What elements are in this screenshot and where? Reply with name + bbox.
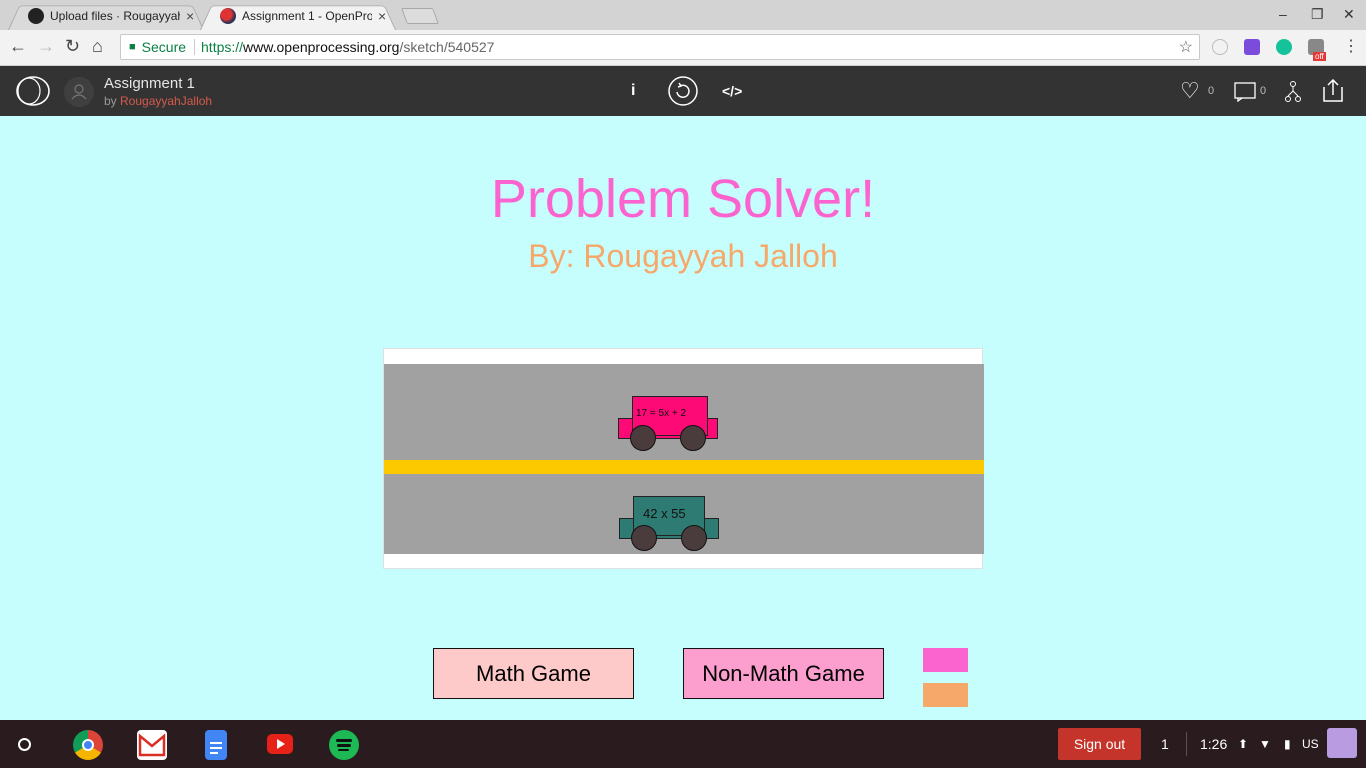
close-tab-icon[interactable]: × <box>378 8 386 24</box>
browser-tab-strip: Upload files · Rougayyah × Assignment 1 … <box>0 0 1366 30</box>
notification-count[interactable]: 1 <box>1161 736 1169 752</box>
wheel <box>681 525 707 551</box>
forward-arrow-icon[interactable]: → <box>37 36 55 57</box>
sketch-name: Assignment 1 <box>104 75 195 92</box>
car-equation-label: 17 = 5x + 2 <box>636 408 687 419</box>
puzzle-extension-icon[interactable] <box>1244 39 1260 55</box>
wheel <box>631 525 657 551</box>
chrome-icon[interactable] <box>73 730 103 760</box>
openprocessing-icon <box>220 8 236 24</box>
gmail-icon[interactable] <box>137 730 167 760</box>
tab-upload-files[interactable]: Upload files · Rougayyah × <box>8 2 204 30</box>
sketch-title: Problem Solver! <box>490 169 876 229</box>
sketch-byline: by RougayyahJalloh <box>104 94 213 108</box>
url-path: /sketch/540527 <box>399 39 495 55</box>
openprocessing-logo-icon[interactable] <box>15 75 51 107</box>
pink-color-swatch[interactable] <box>923 648 968 672</box>
non-math-game-button[interactable]: Non-Math Game <box>683 648 884 699</box>
comment-icon[interactable] <box>1234 82 1256 102</box>
fork-icon[interactable] <box>1284 80 1302 104</box>
restore-button[interactable]: ❐ <box>1311 6 1324 23</box>
wifi-icon: ▼ <box>1259 737 1271 751</box>
car-equation-label: 42 x 55 <box>643 506 686 521</box>
url-host: www.openprocessing.org <box>243 39 400 55</box>
author-link[interactable]: RougayyahJalloh <box>120 94 212 108</box>
tray-divider <box>1186 732 1187 756</box>
sign-out-button[interactable]: Sign out <box>1058 728 1141 760</box>
math-game-button[interactable]: Math Game <box>433 648 634 699</box>
os-shelf: Sign out 1 1:26 ⬆ ▼ ▮ US <box>0 720 1366 768</box>
upload-icon: ⬆ <box>1238 737 1249 751</box>
address-bar[interactable]: ■ Secure https:// www.openprocessing.org… <box>120 34 1200 60</box>
reload-icon[interactable]: ↻ <box>65 36 80 57</box>
code-icon[interactable]: </> <box>722 83 742 99</box>
new-tab-button[interactable] <box>401 8 439 24</box>
menu-dots-icon[interactable]: ⋮ <box>1343 36 1359 56</box>
tab-title: Upload files · Rougayyah <box>50 9 180 23</box>
google-docs-icon[interactable] <box>205 730 227 760</box>
orange-color-swatch[interactable] <box>923 683 968 707</box>
launcher-icon[interactable] <box>18 738 31 751</box>
likes-count: 0 <box>1208 85 1215 97</box>
grammarly-icon[interactable] <box>1276 39 1292 55</box>
tab-assignment-1[interactable]: Assignment 1 - OpenProcessing × <box>200 2 396 30</box>
browser-toolbar: ← → ↻ ⌂ ■ Secure https:// www.openproces… <box>0 30 1366 66</box>
user-avatar-icon[interactable] <box>1327 728 1357 758</box>
author-avatar-icon[interactable] <box>64 77 94 107</box>
github-icon <box>28 8 44 24</box>
wheel <box>680 425 706 451</box>
minimize-button[interactable]: – <box>1279 6 1287 22</box>
close-tab-icon[interactable]: × <box>186 8 194 24</box>
road-center-stripe <box>384 460 984 474</box>
divider <box>194 39 196 55</box>
keyboard-locale[interactable]: US <box>1302 737 1319 751</box>
close-window-button[interactable]: ✕ <box>1343 6 1355 23</box>
spotify-icon[interactable] <box>329 730 359 760</box>
bookmark-star-icon[interactable]: ☆ <box>1179 37 1193 57</box>
url-scheme: https:// <box>201 39 244 55</box>
share-icon[interactable] <box>1322 79 1344 103</box>
clock[interactable]: 1:26 <box>1200 736 1227 752</box>
sketch-subtitle: By: Rougayyah Jalloh <box>528 238 838 274</box>
restart-icon[interactable] <box>667 75 699 107</box>
battery-icon: ▮ <box>1284 737 1291 751</box>
openprocessing-header: Assignment 1 by RougayyahJalloh i </> ♡ … <box>0 66 1366 116</box>
lock-icon: ■ <box>129 41 136 53</box>
road-scene: 17 = 5x + 2 42 x 55 <box>383 348 984 569</box>
wheel <box>630 425 656 451</box>
secure-label: Secure <box>141 39 187 55</box>
tab-title: Assignment 1 - OpenProcessing <box>242 9 372 23</box>
extension-badge: off <box>1313 52 1326 61</box>
extension-icon[interactable] <box>1212 39 1228 55</box>
heart-icon[interactable]: ♡ <box>1180 78 1200 104</box>
info-icon[interactable]: i <box>631 82 635 100</box>
comments-count: 0 <box>1260 85 1267 97</box>
home-icon[interactable]: ⌂ <box>92 36 103 57</box>
back-arrow-icon[interactable]: ← <box>9 36 27 57</box>
youtube-icon[interactable] <box>267 734 293 754</box>
